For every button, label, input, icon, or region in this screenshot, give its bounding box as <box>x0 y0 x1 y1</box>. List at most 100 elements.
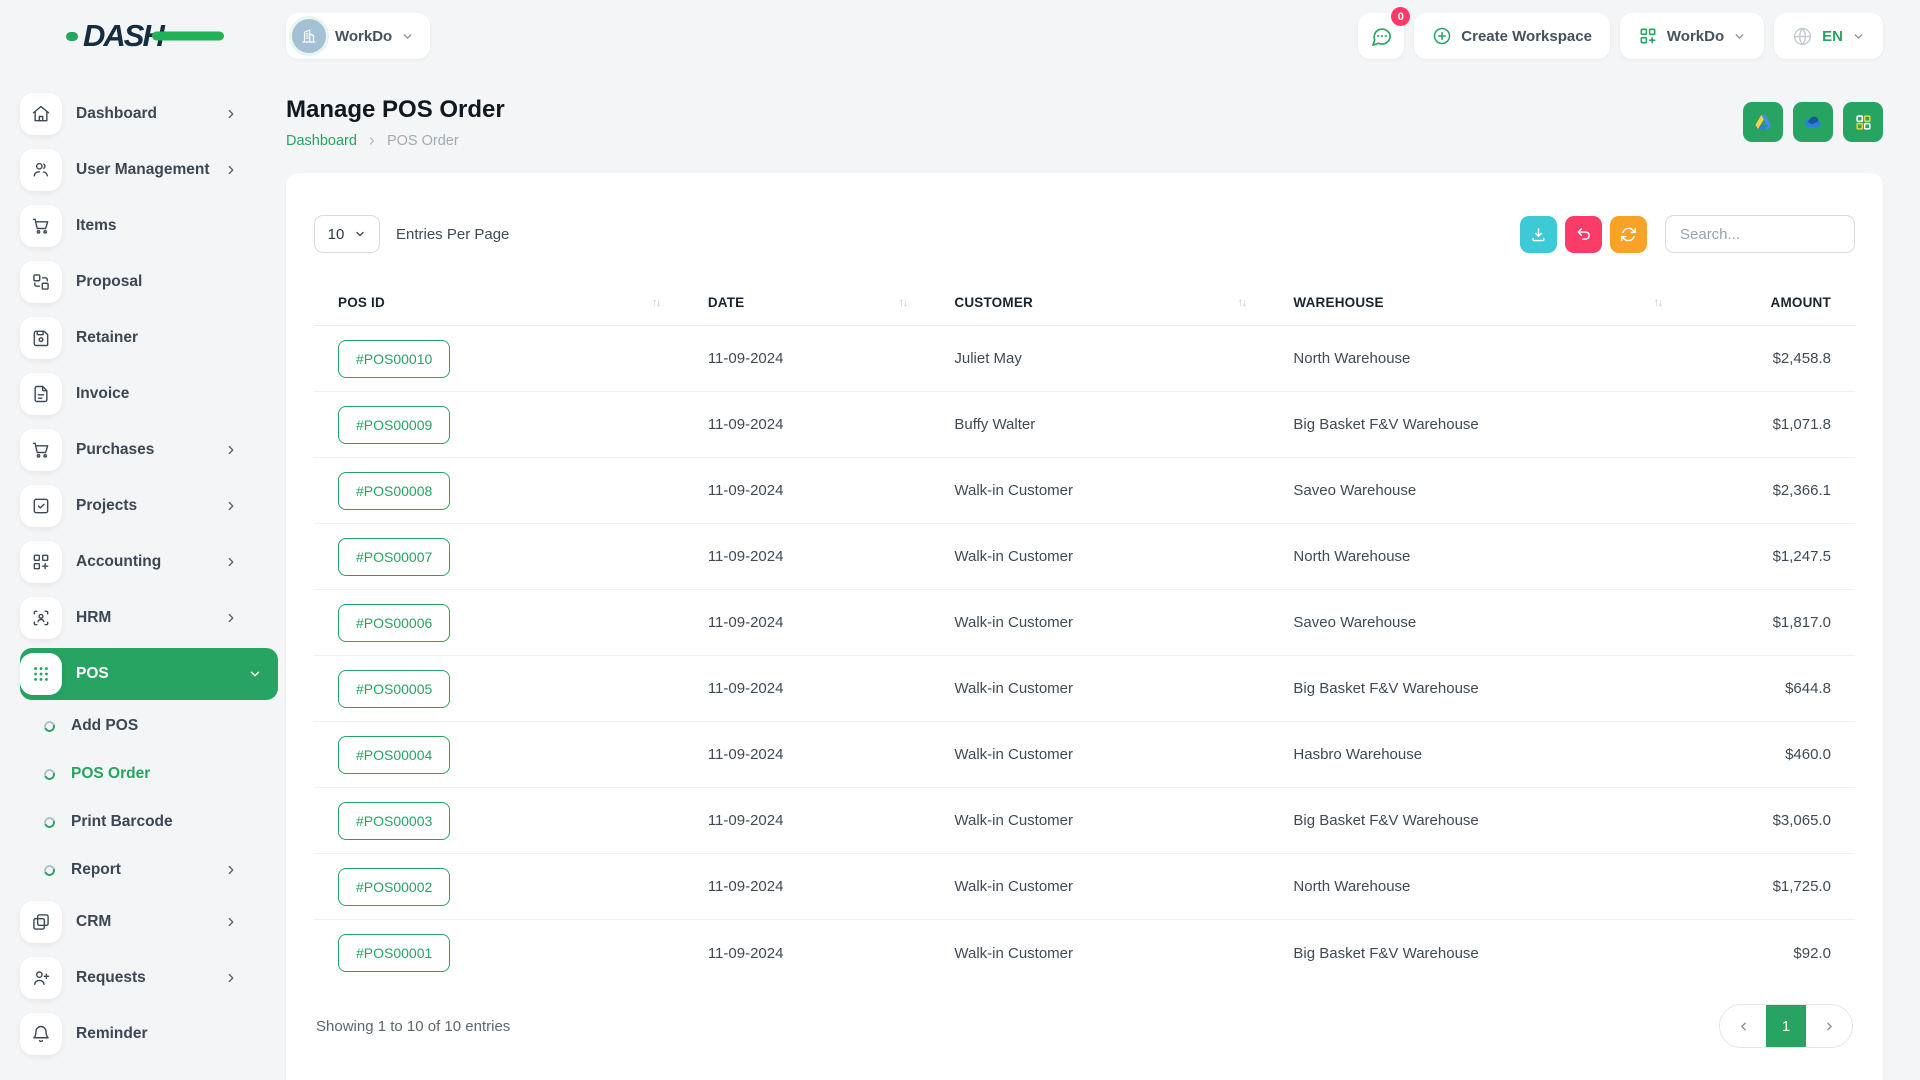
onedrive-button[interactable] <box>1793 102 1833 142</box>
undo-icon <box>1575 226 1592 243</box>
sidebar-subitem-print-barcode[interactable]: Print Barcode <box>20 798 278 846</box>
grid-icon <box>1854 113 1873 132</box>
sidebar-item-hrm[interactable]: HRM <box>20 590 278 646</box>
sort-icon[interactable]: ↑↓ <box>898 295 906 309</box>
warehouse-cell: Big Basket F&V Warehouse <box>1269 920 1685 986</box>
sidebar-item-crm[interactable]: CRM <box>20 894 278 950</box>
search-input[interactable] <box>1665 215 1855 253</box>
table-row: #POS00006 11-09-2024 Walk-in Customer Sa… <box>314 590 1855 656</box>
chevron-right-icon <box>224 163 238 177</box>
cart-icon <box>20 205 62 247</box>
entries-per-page-select[interactable]: 10 <box>314 215 380 253</box>
amount-cell: $2,366.1 <box>1685 458 1855 523</box>
sidebar-item-accounting[interactable]: Accounting <box>20 534 278 590</box>
table-row: #POS00005 11-09-2024 Walk-in Customer Bi… <box>314 656 1855 722</box>
chevron-down-icon <box>354 228 366 240</box>
sidebar-item-pos[interactable]: POS <box>20 648 278 700</box>
breadcrumb-dashboard-link[interactable]: Dashboard <box>286 133 357 149</box>
chevron-right-icon <box>224 915 238 929</box>
pos-id-badge[interactable]: #POS00002 <box>338 868 450 906</box>
header-pos-id[interactable]: POS ID↑↓ <box>314 279 684 325</box>
sidebar-item-label: User Management <box>76 161 210 179</box>
globe-icon <box>1792 26 1813 47</box>
customer-cell: Walk-in Customer <box>930 788 1269 853</box>
header-warehouse[interactable]: WAREHOUSE↑↓ <box>1269 279 1685 325</box>
pagination-page-1[interactable]: 1 <box>1766 1005 1806 1047</box>
grid-view-button[interactable] <box>1843 102 1883 142</box>
customer-cell: Walk-in Customer <box>930 854 1269 919</box>
sidebar-item-label: Items <box>76 217 238 235</box>
sidebar-item-proposal[interactable]: Proposal <box>20 254 278 310</box>
sidebar-subitem-report[interactable]: Report <box>20 846 278 894</box>
amount-cell: $92.0 <box>1685 920 1855 986</box>
workdo-apps-button[interactable]: WorkDo <box>1620 13 1764 59</box>
language-button[interactable]: EN <box>1774 13 1883 59</box>
pos-id-badge[interactable]: #POS00007 <box>338 538 450 576</box>
warehouse-cell: Hasbro Warehouse <box>1269 722 1685 787</box>
chevron-right-icon <box>224 971 238 985</box>
customer-cell: Walk-in Customer <box>930 590 1269 655</box>
export-button[interactable] <box>1520 216 1557 253</box>
sidebar-item-label: Requests <box>76 969 210 987</box>
undo-button[interactable] <box>1565 216 1602 253</box>
pos-id-badge[interactable]: #POS00009 <box>338 406 450 444</box>
pos-id-badge[interactable]: #POS00010 <box>338 340 450 378</box>
showing-entries-text: Showing 1 to 10 of 10 entries <box>316 1018 510 1035</box>
workspace-selector[interactable]: WorkDo <box>286 13 430 59</box>
check-square-icon <box>20 485 62 527</box>
pos-id-badge[interactable]: #POS00008 <box>338 472 450 510</box>
sidebar-subitem-label: Report <box>71 861 208 879</box>
header-amount[interactable]: AMOUNT <box>1685 279 1855 325</box>
chevron-down-icon <box>1852 30 1865 43</box>
create-workspace-button[interactable]: Create Workspace <box>1414 13 1610 59</box>
amount-cell: $1,247.5 <box>1685 524 1855 589</box>
dash-logo[interactable]: DASH <box>66 18 163 54</box>
users-icon <box>20 149 62 191</box>
bullet-icon <box>42 719 57 734</box>
pos-id-badge[interactable]: #POS00001 <box>338 934 450 972</box>
refresh-button[interactable] <box>1610 216 1647 253</box>
sidebar-item-projects[interactable]: Projects <box>20 478 278 534</box>
amount-cell: $1,725.0 <box>1685 854 1855 919</box>
sidebar-item-invoice[interactable]: Invoice <box>20 366 278 422</box>
home-icon <box>20 93 62 135</box>
sort-icon[interactable]: ↑↓ <box>1653 295 1661 309</box>
google-drive-button[interactable] <box>1743 102 1783 142</box>
sidebar-subitem-label: POS Order <box>71 765 238 783</box>
chevron-down-icon <box>248 667 262 681</box>
sidebar-subitem-pos-order[interactable]: POS Order <box>20 750 278 798</box>
chevron-right-icon <box>366 135 378 147</box>
warehouse-cell: North Warehouse <box>1269 854 1685 919</box>
sidebar-item-reminder[interactable]: Reminder <box>20 1006 278 1062</box>
date-cell: 11-09-2024 <box>684 788 931 853</box>
sidebar-item-requests[interactable]: Requests <box>20 950 278 1006</box>
refresh-icon <box>1620 226 1637 243</box>
cart-icon <box>20 429 62 471</box>
sidebar-item-purchases[interactable]: Purchases <box>20 422 278 478</box>
sidebar-item-user-management[interactable]: User Management <box>20 142 278 198</box>
sort-icon[interactable]: ↑↓ <box>652 295 660 309</box>
pos-id-badge[interactable]: #POS00003 <box>338 802 450 840</box>
pagination-prev-button[interactable] <box>1720 1005 1766 1047</box>
topbar: DASH WorkDo 0 <box>0 0 1920 72</box>
grid-plus-icon <box>1638 26 1658 46</box>
header-customer[interactable]: CUSTOMER↑↓ <box>930 279 1269 325</box>
pos-id-badge[interactable]: #POS00005 <box>338 670 450 708</box>
pos-id-badge[interactable]: #POS00004 <box>338 736 450 774</box>
page-title: Manage POS Order <box>286 96 505 124</box>
table-row: #POS00001 11-09-2024 Walk-in Customer Bi… <box>314 920 1855 986</box>
pagination-next-button[interactable] <box>1806 1005 1852 1047</box>
sidebar-item-retainer[interactable]: Retainer <box>20 310 278 366</box>
pos-id-badge[interactable]: #POS00006 <box>338 604 450 642</box>
sidebar-item-items[interactable]: Items <box>20 198 278 254</box>
grid-plus-icon <box>20 541 62 583</box>
proposal-icon <box>20 261 62 303</box>
messages-button[interactable]: 0 <box>1358 13 1404 59</box>
table-row: #POS00002 11-09-2024 Walk-in Customer No… <box>314 854 1855 920</box>
header-date[interactable]: DATE↑↓ <box>684 279 931 325</box>
sidebar-item-dashboard[interactable]: Dashboard <box>20 86 278 142</box>
sort-icon[interactable]: ↑↓ <box>1237 295 1245 309</box>
warehouse-cell: Saveo Warehouse <box>1269 458 1685 523</box>
dots-grid-icon <box>20 653 62 695</box>
sidebar-subitem-add-pos[interactable]: Add POS <box>20 702 278 750</box>
